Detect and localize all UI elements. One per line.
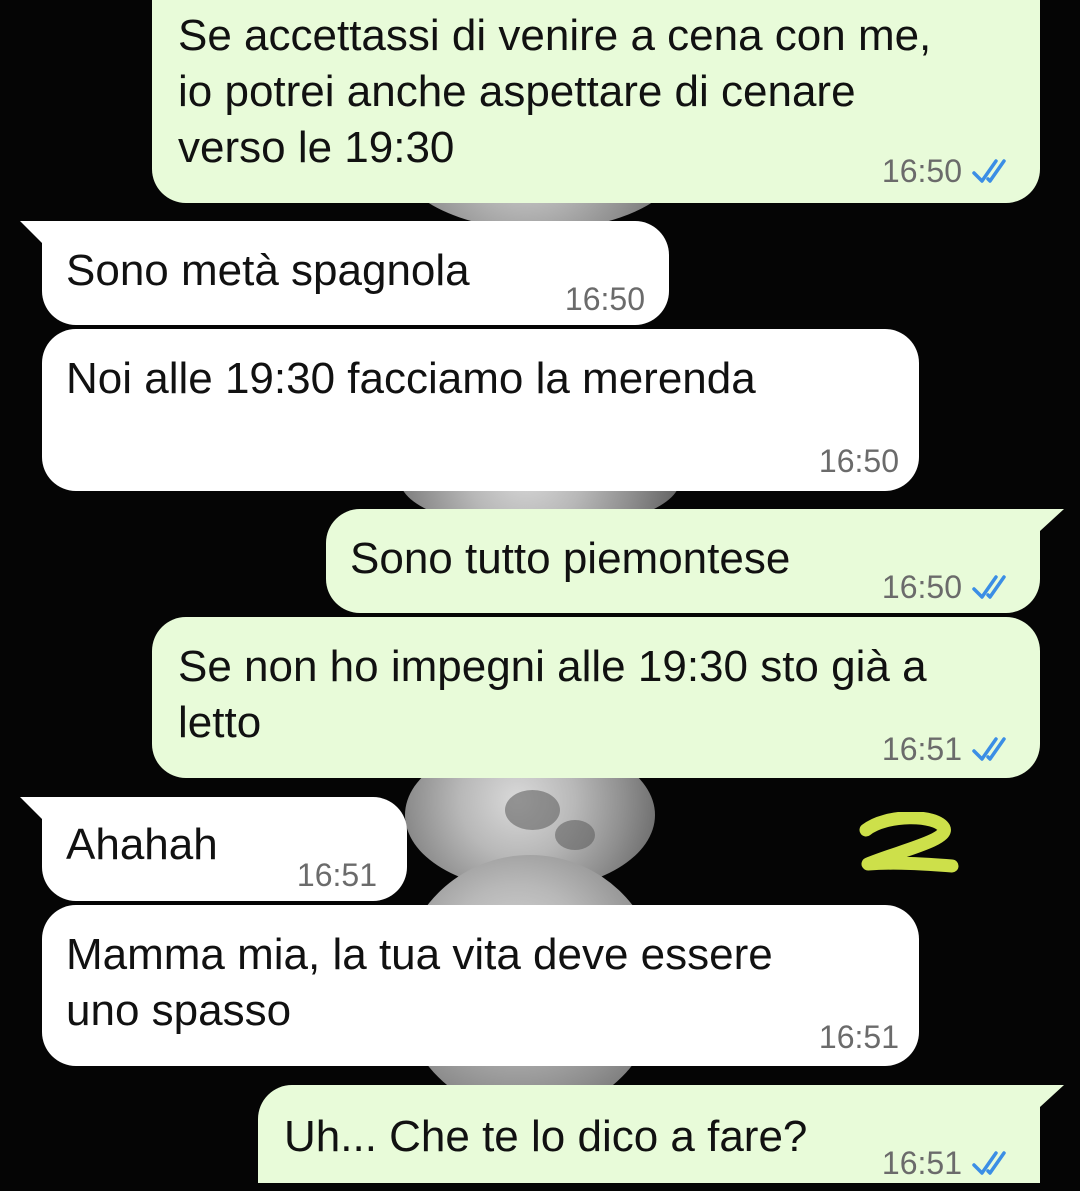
message-timestamp: 16:51	[881, 731, 962, 767]
bubble-tail	[1040, 1085, 1064, 1107]
message-meta: 16:50	[819, 433, 899, 489]
message-meta: 16:50	[882, 143, 1016, 199]
message-bubble-sent[interactable]: Sono tutto piemontese 16:50	[326, 509, 1064, 615]
message-timestamp: 16:51	[296, 857, 377, 893]
message-text: Mamma mia, la tua vita deve essere uno s…	[66, 930, 773, 1035]
message-timestamp: 16:51	[818, 1019, 899, 1055]
message-text: Sono tutto piemontese	[350, 534, 791, 583]
message-timestamp: 16:50	[881, 153, 962, 189]
message-meta: 16:51	[882, 721, 1016, 777]
message-text: Ahahah	[66, 820, 218, 869]
message-timestamp: 16:50	[818, 443, 899, 479]
bubble-tail	[20, 221, 42, 243]
message-text: Sono metà spagnola	[66, 246, 470, 295]
message-meta: 16:51	[297, 847, 377, 903]
message-bubble-sent[interactable]: Se accettassi di venire a cena con me, i…	[152, 0, 1040, 203]
message-meta: 16:50	[565, 271, 645, 327]
message-bubble-sent[interactable]: Se non ho impegni alle 19:30 sto già a l…	[152, 617, 1040, 778]
bubble-tail	[20, 797, 42, 819]
read-receipt-icon	[972, 737, 1006, 761]
read-receipt-icon	[972, 575, 1006, 599]
message-bubble-received[interactable]: Mamma mia, la tua vita deve essere uno s…	[42, 905, 919, 1066]
message-text: Uh... Che te lo dico a fare?	[284, 1112, 808, 1161]
message-timestamp: 16:50	[881, 569, 962, 605]
message-text: Se accettassi di venire a cena con me, i…	[178, 11, 932, 172]
read-receipt-icon	[972, 159, 1006, 183]
message-bubble-received[interactable]: Ahahah 16:51	[20, 797, 407, 903]
handwritten-number-annotation	[859, 812, 959, 873]
message-bubble-received[interactable]: Noi alle 19:30 facciamo la merenda 16:50	[42, 329, 919, 491]
message-meta: 16:50	[882, 559, 1016, 615]
read-receipt-icon	[972, 1151, 1006, 1175]
bubble-tail	[1040, 509, 1064, 531]
message-text: Se non ho impegni alle 19:30 sto già a l…	[178, 642, 927, 747]
message-bubble-sent[interactable]: Uh... Che te lo dico a fare? 16:51	[258, 1085, 1064, 1183]
message-bubble-received[interactable]: Sono metà spagnola 16:50	[20, 221, 669, 327]
message-meta: 16:51	[819, 1009, 899, 1065]
message-text: Noi alle 19:30 facciamo la merenda	[66, 354, 756, 403]
message-timestamp: 16:50	[564, 281, 645, 317]
